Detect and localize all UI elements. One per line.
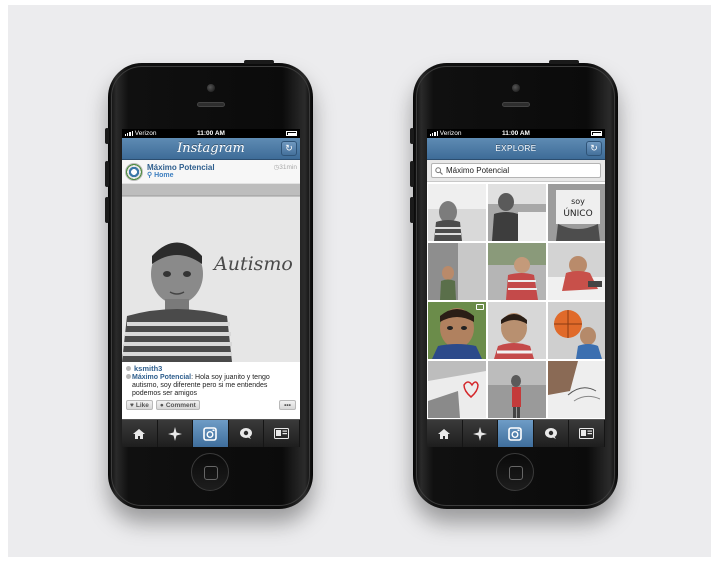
phone-feed: Verizon 11:00 AM Instagram ↻ Máximo Pote…: [105, 60, 313, 509]
search-input[interactable]: Máximo Potencial: [431, 163, 601, 178]
news-bubble-icon: [240, 428, 253, 439]
search-bar: Máximo Potencial: [427, 160, 605, 182]
nav-title: Instagram: [177, 141, 245, 156]
post-time: ◷31min: [274, 163, 297, 171]
phone-explore: Verizon 11:00 AM EXPLORE ↻ Máximo Potenc…: [410, 60, 618, 509]
sign-text-line2: ÚNICO: [563, 207, 592, 219]
likes-username[interactable]: ksmith3: [134, 364, 162, 373]
photo-tile[interactable]: [428, 184, 486, 241]
photo-tile[interactable]: [548, 361, 605, 418]
tab-camera[interactable]: [498, 420, 534, 447]
comment-label: Comment: [165, 401, 196, 409]
tab-bar: [427, 419, 605, 447]
avatar[interactable]: [125, 162, 143, 181]
tab-news[interactable]: [534, 420, 570, 447]
tab-news[interactable]: [229, 420, 265, 447]
earpiece-speaker: [502, 102, 530, 107]
home-icon: [438, 428, 451, 439]
camera-badge-icon: [476, 304, 484, 310]
tab-home[interactable]: [427, 420, 463, 447]
speech-bubble-icon: ●: [159, 401, 164, 409]
photo-tile[interactable]: [428, 243, 486, 300]
mute-switch: [410, 128, 414, 144]
tab-profile[interactable]: [569, 420, 605, 447]
volume-up-button: [105, 161, 109, 187]
refresh-button[interactable]: ↻: [281, 141, 297, 156]
power-button: [244, 60, 274, 64]
more-options-button[interactable]: •••: [279, 400, 296, 410]
likes-line: ksmith3: [122, 362, 300, 373]
tab-bar: [122, 419, 300, 447]
caption-username[interactable]: Máximo Potencial: [132, 374, 191, 381]
explore-star-icon: [167, 426, 182, 441]
photo-tile[interactable]: [428, 302, 486, 359]
earpiece-speaker: [197, 102, 225, 107]
like-button[interactable]: ♥ Like: [126, 400, 153, 410]
post-caption: Máximo Potencial: Hola soy juanito y ten…: [122, 373, 300, 398]
status-time: 11:00 AM: [502, 130, 530, 137]
nav-bar: Instagram ↻: [122, 138, 300, 160]
explore-screen: Verizon 11:00 AM EXPLORE ↻ Máximo Potenc…: [427, 129, 605, 447]
heart-icon: ♥: [130, 401, 134, 409]
profile-card-icon: [274, 428, 290, 439]
post-time-label: 31min: [279, 164, 297, 171]
home-icon: [133, 428, 146, 439]
photo-tile[interactable]: [488, 184, 546, 241]
nav-bar: EXPLORE ↻: [427, 138, 605, 160]
nav-title: EXPLORE: [495, 144, 537, 153]
post-username[interactable]: Máximo Potencial: [147, 163, 215, 172]
post-actions: ♥ Like ● Comment •••: [122, 398, 300, 412]
front-camera: [512, 84, 520, 92]
refresh-button[interactable]: ↻: [586, 141, 602, 156]
news-bubble-icon: [545, 428, 558, 439]
refresh-icon: ↻: [285, 143, 293, 153]
photo-tile[interactable]: soy ÚNICO: [548, 184, 605, 241]
tab-explore[interactable]: [463, 420, 499, 447]
photo-tile[interactable]: [548, 302, 605, 359]
explore-photo-grid: soy ÚNICO: [427, 182, 605, 420]
post-photo[interactable]: Autismo: [122, 184, 300, 362]
front-camera: [207, 84, 215, 92]
status-time: 11:00 AM: [197, 130, 225, 137]
post-location-label: Home: [154, 172, 174, 179]
comment-bubble-icon: [126, 374, 131, 379]
tab-home[interactable]: [122, 420, 158, 447]
photo-tile[interactable]: [428, 361, 486, 418]
post-location[interactable]: ⚲ Home: [147, 172, 215, 180]
explore-star-icon: [472, 426, 487, 441]
power-button: [549, 60, 579, 64]
status-bar: Verizon 11:00 AM: [427, 129, 605, 138]
search-value: Máximo Potencial: [446, 166, 510, 175]
feed-screen: Verizon 11:00 AM Instagram ↻ Máximo Pote…: [122, 129, 300, 447]
photo-tile[interactable]: [488, 361, 546, 418]
background-stage: Verizon 11:00 AM Instagram ↻ Máximo Pote…: [8, 5, 711, 557]
photo-tile[interactable]: [488, 243, 546, 300]
like-label: Like: [135, 401, 149, 409]
comment-button[interactable]: ● Comment: [155, 400, 200, 410]
home-button[interactable]: [496, 453, 534, 491]
ellipsis-icon: •••: [284, 401, 291, 409]
tab-explore[interactable]: [158, 420, 194, 447]
volume-down-button: [410, 197, 414, 223]
search-icon: [435, 166, 443, 175]
status-bar: Verizon 11:00 AM: [122, 129, 300, 138]
photo-tile[interactable]: [548, 243, 605, 300]
tab-camera[interactable]: [193, 420, 229, 447]
photo-board-text: Autismo: [212, 253, 293, 275]
heart-icon: [126, 366, 131, 371]
camera-icon: [203, 426, 218, 441]
refresh-icon: ↻: [590, 143, 598, 153]
volume-up-button: [410, 161, 414, 187]
home-button[interactable]: [191, 453, 229, 491]
tab-profile[interactable]: [264, 420, 300, 447]
volume-down-button: [105, 197, 109, 223]
profile-card-icon: [579, 428, 595, 439]
sign-text-line1: soy: [571, 197, 585, 206]
mute-switch: [105, 128, 109, 144]
post-header: Máximo Potencial ⚲ Home ◷31min: [122, 160, 300, 184]
camera-icon: [508, 426, 523, 441]
photo-tile[interactable]: [488, 302, 546, 359]
